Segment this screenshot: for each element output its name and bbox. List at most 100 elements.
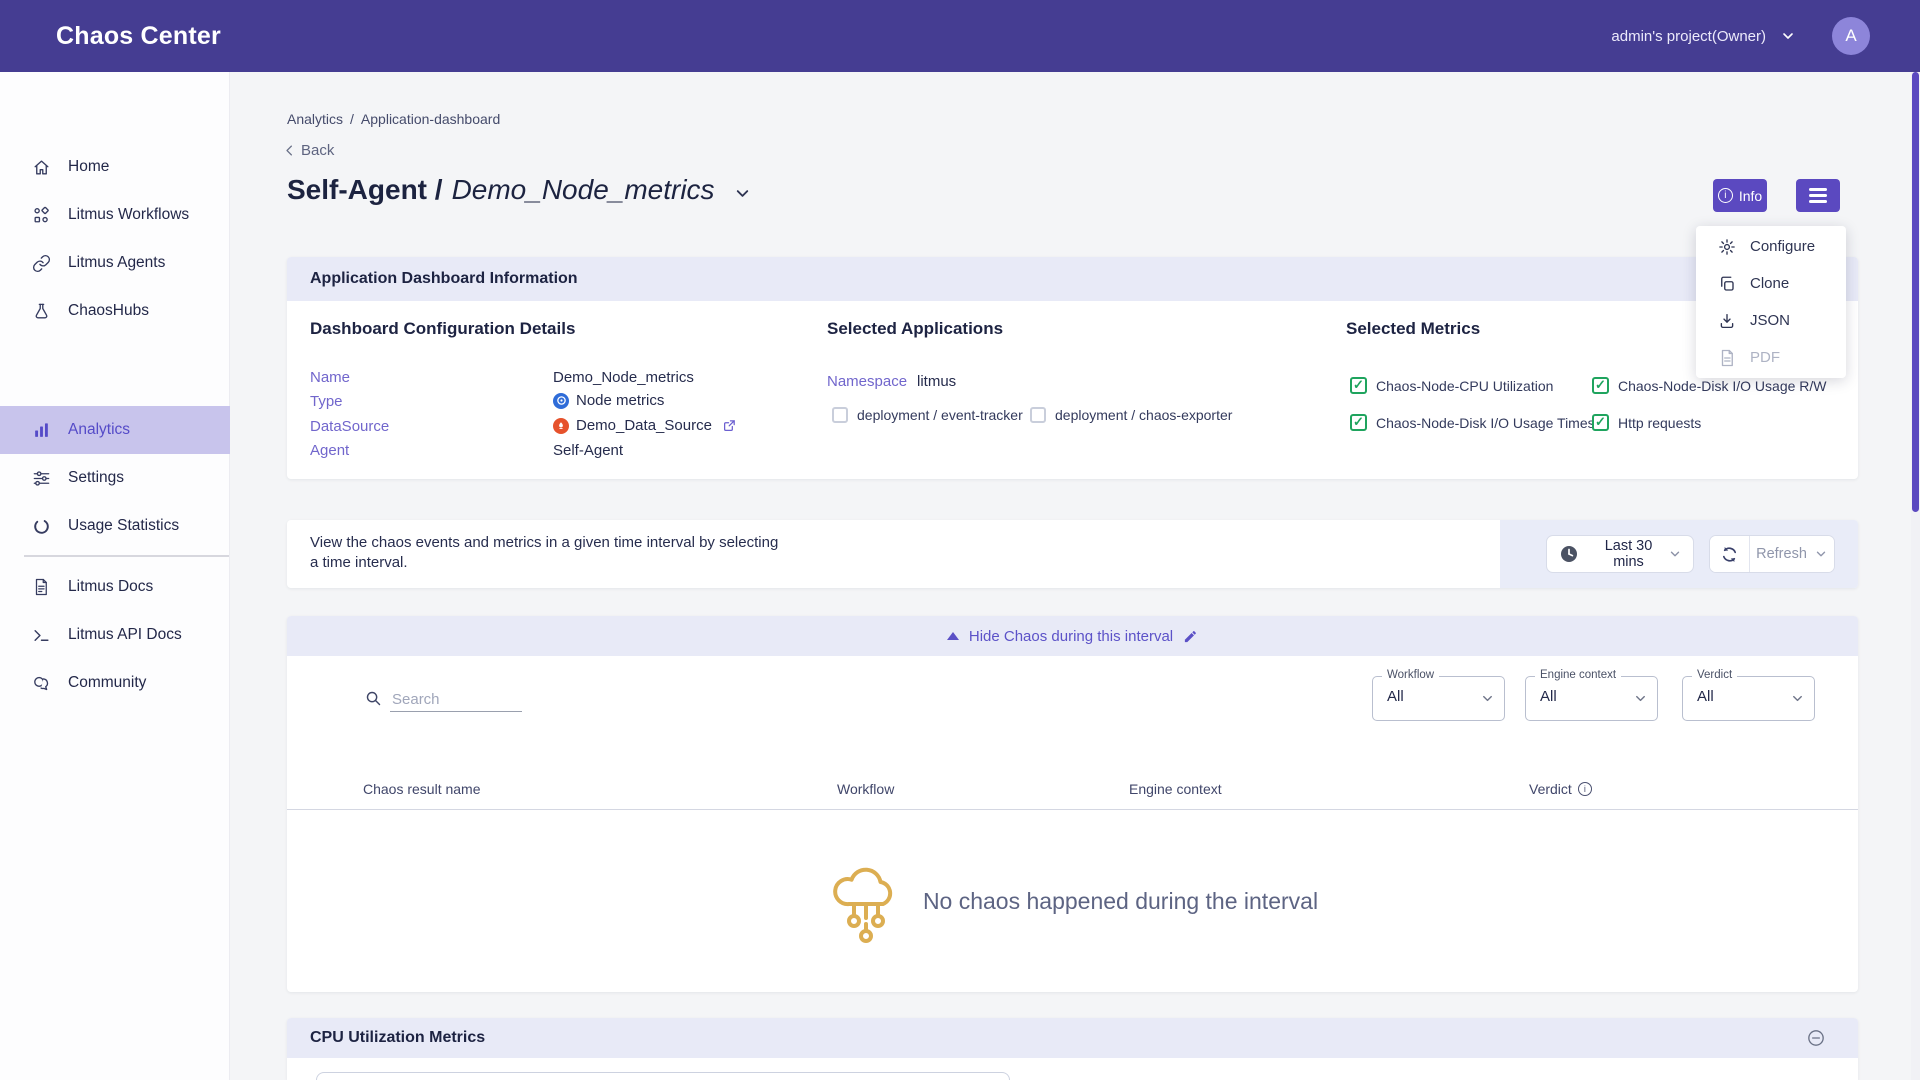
- chevron-down-icon[interactable]: [1780, 28, 1796, 44]
- sidebar-item-label: Litmus Workflows: [68, 206, 189, 224]
- column-header-workflow: Workflow: [837, 781, 894, 797]
- collapse-arrow-icon[interactable]: [947, 632, 959, 640]
- flask-icon: [31, 301, 51, 321]
- filter-value: All: [1540, 688, 1557, 705]
- sidebar-item-litmus-docs[interactable]: Litmus Docs: [0, 563, 230, 611]
- filter-label: Verdict: [1692, 669, 1737, 681]
- menu-item-clone[interactable]: Clone: [1696, 265, 1846, 302]
- sidebar-item-chaoshubs[interactable]: ChaosHubs: [0, 287, 230, 335]
- sidebar-item-label: Litmus Docs: [68, 578, 153, 596]
- config-details-title: Dashboard Configuration Details: [310, 319, 575, 339]
- metric-option-label: Http requests: [1618, 415, 1701, 431]
- verdict-filter[interactable]: Verdict All: [1682, 676, 1815, 721]
- menu-item-json[interactable]: JSON: [1696, 302, 1846, 339]
- checkbox-checked[interactable]: [1350, 377, 1367, 394]
- selected-applications-title: Selected Applications: [827, 319, 1003, 339]
- file-icon: [1718, 349, 1736, 367]
- info-button[interactable]: i Info: [1713, 179, 1767, 212]
- filter-value: All: [1387, 688, 1404, 705]
- filter-value: All: [1697, 688, 1714, 705]
- refresh-controls: Refresh: [1709, 535, 1835, 573]
- chaos-toggle-strip: Hide Chaos during this interval: [287, 616, 1858, 656]
- search-bar: [365, 688, 522, 712]
- sidebar-item-label: Analytics: [68, 421, 130, 439]
- back-button[interactable]: Back: [282, 142, 334, 159]
- verdict-info-icon[interactable]: i: [1578, 782, 1592, 796]
- type-value: Node metrics: [553, 392, 664, 409]
- sidebar-item-litmus-agents[interactable]: Litmus Agents: [0, 239, 230, 287]
- agent-label: Agent: [310, 442, 349, 459]
- sidebar-item-home[interactable]: Home: [0, 143, 230, 191]
- dashboard-name: Demo_Node_metrics: [452, 174, 715, 206]
- workflows-icon: [31, 205, 51, 225]
- column-header-verdict: Verdict i: [1529, 781, 1592, 797]
- sidebar-item-settings[interactable]: Settings: [0, 454, 230, 502]
- dashboard-info-header: Application Dashboard Information: [287, 257, 1858, 301]
- interval-description: View the chaos events and metrics in a g…: [310, 533, 780, 573]
- sidebar-item-usage-statistics[interactable]: Usage Statistics: [0, 502, 230, 550]
- link-icon: [31, 253, 51, 273]
- selected-metrics-title: Selected Metrics: [1346, 319, 1480, 339]
- application-option-label: deployment / chaos-exporter: [1055, 407, 1232, 423]
- cpu-metrics-card: CPU Utilization Metrics: [287, 1018, 1858, 1080]
- sidebar-item-community[interactable]: Community: [0, 659, 230, 707]
- dashboard-switcher-caret[interactable]: [733, 184, 752, 203]
- breadcrumb-separator: /: [350, 111, 354, 127]
- sidebar-item-litmus-workflows[interactable]: Litmus Workflows: [0, 191, 230, 239]
- sidebar: Home Litmus Workflows Litmus Agents Chao…: [0, 72, 230, 1080]
- hide-chaos-toggle[interactable]: Hide Chaos during this interval: [969, 628, 1173, 645]
- scrollbar-thumb[interactable]: [1912, 72, 1919, 512]
- search-input[interactable]: [390, 688, 522, 712]
- hamburger-icon: [1809, 188, 1827, 190]
- sidebar-item-label: Home: [68, 158, 109, 176]
- application-option: deployment / chaos-exporter: [1030, 407, 1232, 423]
- dashboard-info-title: Application Dashboard Information: [310, 270, 578, 288]
- breadcrumb-current: Application-dashboard: [361, 111, 500, 127]
- checkbox-checked[interactable]: [1592, 414, 1609, 431]
- gear-icon: [1718, 238, 1736, 256]
- namespace-value: litmus: [917, 373, 956, 390]
- menu-item-configure[interactable]: Configure: [1696, 228, 1846, 265]
- sidebar-item-litmus-api-docs[interactable]: Litmus API Docs: [0, 611, 230, 659]
- table-header-row: Chaos result name Workflow Engine contex…: [287, 766, 1858, 810]
- application-option: deployment / event-tracker: [832, 407, 1023, 423]
- application-option-label: deployment / event-tracker: [857, 407, 1023, 423]
- workflow-filter[interactable]: Workflow All: [1372, 676, 1505, 721]
- sidebar-divider: [24, 555, 229, 557]
- menu-item-label: JSON: [1750, 312, 1790, 329]
- refresh-now-button[interactable]: [1710, 536, 1750, 572]
- chevron-left-icon: [282, 143, 297, 158]
- engine-context-filter[interactable]: Engine context All: [1525, 676, 1658, 721]
- breadcrumb: Analytics / Application-dashboard: [287, 111, 500, 127]
- chevron-down-icon: [1790, 691, 1805, 706]
- checkbox-unchecked[interactable]: [832, 407, 848, 423]
- time-range-selector[interactable]: Last 30 mins: [1546, 535, 1694, 573]
- type-label: Type: [310, 393, 343, 410]
- filter-label: Engine context: [1535, 669, 1621, 681]
- checkbox-checked[interactable]: [1350, 414, 1367, 431]
- refresh-rate-selector[interactable]: Refresh: [1750, 536, 1834, 572]
- hamburger-menu-button[interactable]: [1796, 179, 1840, 212]
- sidebar-item-analytics[interactable]: Analytics: [0, 406, 230, 454]
- metric-option: Chaos-Node-Disk I/O Usage R/W: [1592, 377, 1827, 394]
- sliders-icon: [31, 468, 51, 488]
- actions-dropdown-menu: Configure Clone JSON PDF: [1696, 226, 1846, 378]
- name-label: Name: [310, 369, 350, 386]
- checkbox-checked[interactable]: [1592, 377, 1609, 394]
- menu-item-pdf[interactable]: PDF: [1696, 339, 1846, 376]
- avatar[interactable]: A: [1832, 17, 1870, 55]
- breadcrumb-analytics[interactable]: Analytics: [287, 111, 343, 127]
- chaos-center-app: Chaos Center admin's project(Owner) A Ho…: [0, 0, 1920, 1080]
- sidebar-item-label: Community: [68, 674, 146, 692]
- sidebar-item-label: Litmus Agents: [68, 254, 165, 272]
- external-link-icon[interactable]: [722, 418, 737, 433]
- page-title: Self-Agent / Demo_Node_metrics: [287, 174, 752, 206]
- metric-option: Chaos-Node-CPU Utilization: [1350, 377, 1553, 394]
- checkbox-unchecked[interactable]: [1030, 407, 1046, 423]
- name-value: Demo_Node_metrics: [553, 369, 694, 386]
- project-selector[interactable]: admin's project(Owner): [1611, 28, 1766, 45]
- metric-option-label: Chaos-Node-Disk I/O Usage R/W: [1618, 378, 1827, 394]
- scrollbar-track[interactable]: [1911, 72, 1920, 1080]
- collapse-minus-icon[interactable]: [1806, 1028, 1826, 1048]
- edit-pencil-icon[interactable]: [1183, 629, 1198, 644]
